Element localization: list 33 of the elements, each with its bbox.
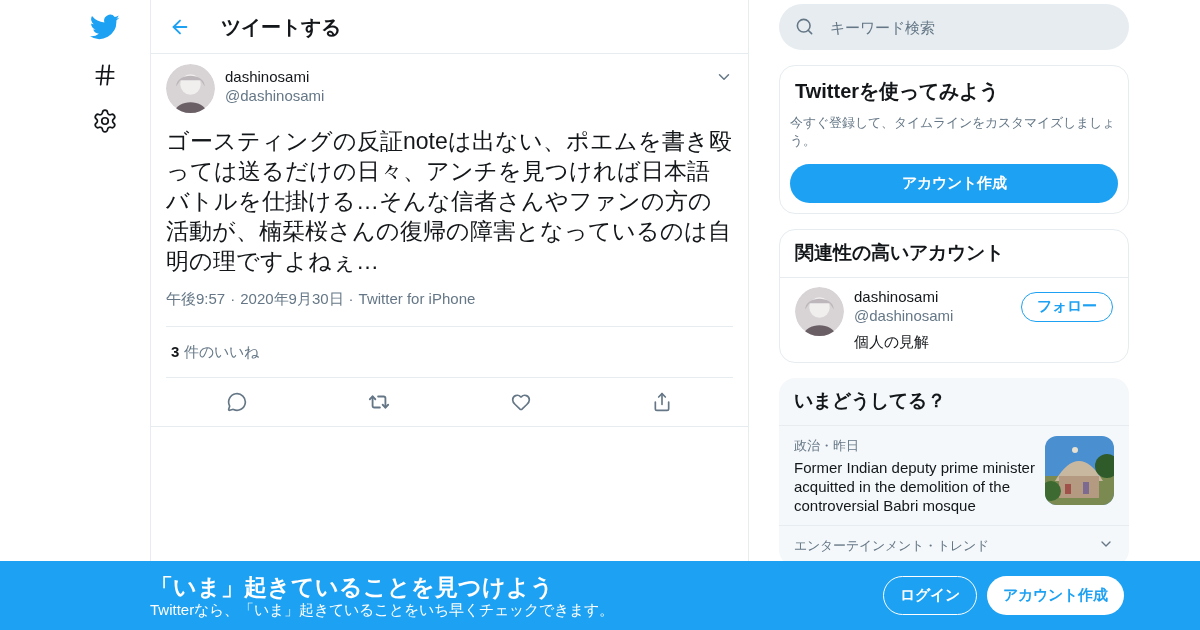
settings-icon[interactable] [92, 108, 118, 134]
card-text: 今すぐ登録して、タイムラインをカスタマイズしましょう。 [790, 114, 1116, 150]
trend-meta: 政治・昨日 [794, 436, 860, 455]
tweet-source[interactable]: Twitter for iPhone [358, 288, 476, 311]
tweet-date: 2020年9月30日 [240, 289, 344, 309]
like-count[interactable]: 3 件のいいね [171, 342, 259, 360]
bird-logo-icon[interactable] [90, 12, 120, 42]
trend-meta: エンターテインメント・トレンド [794, 537, 990, 555]
reply-icon[interactable] [226, 392, 247, 412]
card-title: 関連性の高いアカウント [780, 230, 1128, 278]
create-account-button[interactable]: アカウント作成 [790, 164, 1118, 203]
news-headline[interactable]: Former Indian deputy prime minister acquitted in the demolition of the controversial Babri mosque [794, 458, 1035, 515]
user-name[interactable]: dashinosami [225, 67, 705, 87]
card-title: いまどうしてる？ [779, 378, 1129, 426]
banner-subtitle: Twitterなら、「いま」起きていることをいち早くチェックできます。 [150, 600, 616, 619]
tweet-text: ゴースティングの反証noteは出ない、ポエムを書き殴っては送るだけの日々、アンチを見つければ日本語バトルを仕掛ける…そんな信者さんやファンの方の活動が、楠栞桜さんの復帰の障害となっているのは自明の理ですよねぇ… [166, 127, 733, 276]
tweet-time: 午後9:57 [166, 289, 226, 309]
avatar [166, 64, 215, 113]
signup-button[interactable]: アカウント作成 [987, 576, 1124, 615]
page-title: ツイートする [221, 14, 341, 40]
user-handle[interactable]: @dashinosami [854, 306, 1011, 325]
user-handle[interactable]: @dashinosami [225, 87, 705, 105]
card-title: Twitterを使ってみよう [794, 79, 1001, 104]
avatar [795, 286, 844, 336]
like-icon[interactable] [511, 392, 532, 412]
separator-dot: · [348, 289, 354, 309]
banner-title: 「いま」起きていることを見つけよう [150, 572, 555, 601]
share-icon[interactable] [652, 392, 673, 412]
user-bio: 個人の見解 [854, 331, 930, 352]
search-icon [795, 17, 814, 36]
separator-dot: · [230, 289, 236, 309]
search-field[interactable]: キーワード検索 [779, 4, 1129, 50]
user-name[interactable]: dashinosami [854, 286, 1011, 307]
